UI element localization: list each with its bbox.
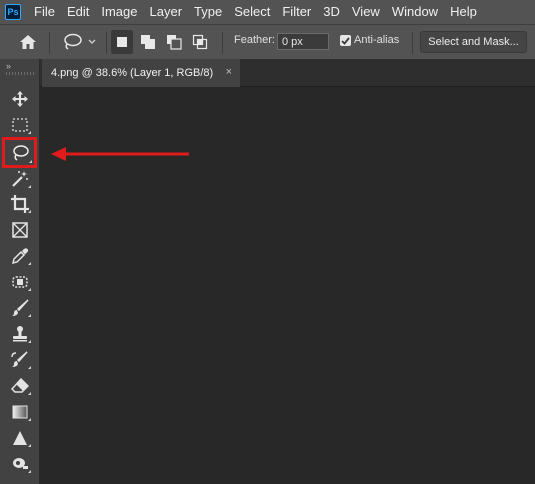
tool-group-indicator xyxy=(28,131,31,134)
options-separator xyxy=(222,32,223,54)
magic-wand-tool[interactable] xyxy=(5,167,34,191)
crop-tool[interactable] xyxy=(5,192,34,216)
menu-file[interactable]: File xyxy=(30,0,61,24)
lasso-tool[interactable] xyxy=(2,137,37,168)
gradient-icon xyxy=(12,405,27,419)
subtract-from-selection-button[interactable] xyxy=(163,30,185,54)
add-to-selection-button[interactable] xyxy=(137,30,159,54)
sharpen-icon xyxy=(12,431,27,445)
gradient-tool[interactable] xyxy=(5,400,34,424)
move-icon xyxy=(11,91,28,107)
feather-input[interactable] xyxy=(277,33,329,50)
history-brush-icon xyxy=(10,351,28,367)
menu-layer[interactable]: Layer xyxy=(144,0,189,24)
bandage-icon xyxy=(11,276,28,288)
dodge-tool[interactable] xyxy=(5,452,34,476)
options-separator xyxy=(49,32,50,54)
tool-group-indicator xyxy=(28,210,31,213)
select-and-mask-button[interactable]: Select and Mask... xyxy=(420,31,527,53)
menu-type[interactable]: Type xyxy=(188,0,228,24)
eyedropper-icon xyxy=(11,248,28,265)
eyedropper-tool[interactable] xyxy=(5,244,34,268)
tool-group-indicator xyxy=(28,288,31,291)
options-separator xyxy=(412,32,413,54)
checkmark-icon xyxy=(341,36,350,45)
menu-3d[interactable]: 3D xyxy=(317,0,346,24)
options-bar: Feather: Anti-alias Select and Mask... xyxy=(0,24,535,59)
magic-wand-icon xyxy=(11,171,28,187)
spot-healing-tool[interactable] xyxy=(5,270,34,294)
brush-icon xyxy=(11,299,29,316)
tool-group-indicator xyxy=(29,160,32,163)
options-separator xyxy=(106,32,107,54)
clone-stamp-tool[interactable] xyxy=(5,322,34,346)
brush-tool[interactable] xyxy=(5,296,34,320)
tools-panel: » xyxy=(0,59,40,484)
document-tab-title: 4.png @ 38.6% (Layer 1, RGB/8) xyxy=(51,67,214,79)
lasso-icon xyxy=(64,33,82,50)
home-button[interactable] xyxy=(16,31,40,53)
menu-window[interactable]: Window xyxy=(386,0,444,24)
menu-view[interactable]: View xyxy=(346,0,386,24)
menu-filter[interactable]: Filter xyxy=(276,0,317,24)
marquee-icon xyxy=(11,118,28,132)
menu-select[interactable]: Select xyxy=(228,0,276,24)
intersect-selection-button[interactable] xyxy=(189,30,211,54)
document-tab-bar: 4.png @ 38.6% (Layer 1, RGB/8) × xyxy=(40,59,535,87)
tool-group-indicator xyxy=(28,366,31,369)
menu-help[interactable]: Help xyxy=(444,0,483,24)
tool-group-indicator xyxy=(28,314,31,317)
intersect-selection-icon xyxy=(192,34,208,50)
tool-group-indicator xyxy=(28,392,31,395)
menu-bar: Ps File Edit Image Layer Type Select Fil… xyxy=(0,0,535,24)
collapse-panel-button[interactable]: » xyxy=(6,61,11,71)
annotation-arrow xyxy=(51,147,189,161)
frame-icon xyxy=(11,222,28,238)
panel-grip[interactable] xyxy=(6,72,34,75)
antialias-label: Anti-alias xyxy=(354,34,400,46)
feather-label: Feather: xyxy=(234,34,275,46)
chevron-down-icon xyxy=(88,39,96,44)
subtract-selection-icon xyxy=(167,35,182,50)
tool-preset-picker[interactable] xyxy=(60,31,98,53)
tool-group-indicator xyxy=(28,262,31,265)
menu-image[interactable]: Image xyxy=(95,0,143,24)
new-selection-icon xyxy=(117,37,127,47)
new-selection-button[interactable] xyxy=(111,30,133,54)
document-tab[interactable]: 4.png @ 38.6% (Layer 1, RGB/8) × xyxy=(42,59,240,87)
sharpen-tool[interactable] xyxy=(5,426,34,450)
home-icon xyxy=(20,35,36,49)
dodge-icon xyxy=(12,458,28,469)
move-tool[interactable] xyxy=(5,87,34,111)
photoshop-logo: Ps xyxy=(5,4,21,20)
menu-edit[interactable]: Edit xyxy=(61,0,95,24)
add-selection-icon xyxy=(141,35,155,49)
tool-group-indicator xyxy=(28,185,31,188)
tool-group-indicator xyxy=(28,340,31,343)
rectangular-marquee-tool[interactable] xyxy=(5,113,34,137)
lasso-icon xyxy=(12,144,29,161)
history-brush-tool[interactable] xyxy=(5,348,34,372)
eraser-icon xyxy=(10,378,29,393)
stamp-icon xyxy=(12,326,27,342)
crop-icon xyxy=(10,195,29,213)
tool-group-indicator xyxy=(28,470,31,473)
tool-group-indicator xyxy=(28,444,31,447)
close-icon[interactable]: × xyxy=(226,66,232,78)
antialias-checkbox[interactable] xyxy=(340,35,351,46)
frame-tool[interactable] xyxy=(5,218,34,242)
tool-group-indicator xyxy=(28,418,31,421)
eraser-tool[interactable] xyxy=(5,374,34,398)
